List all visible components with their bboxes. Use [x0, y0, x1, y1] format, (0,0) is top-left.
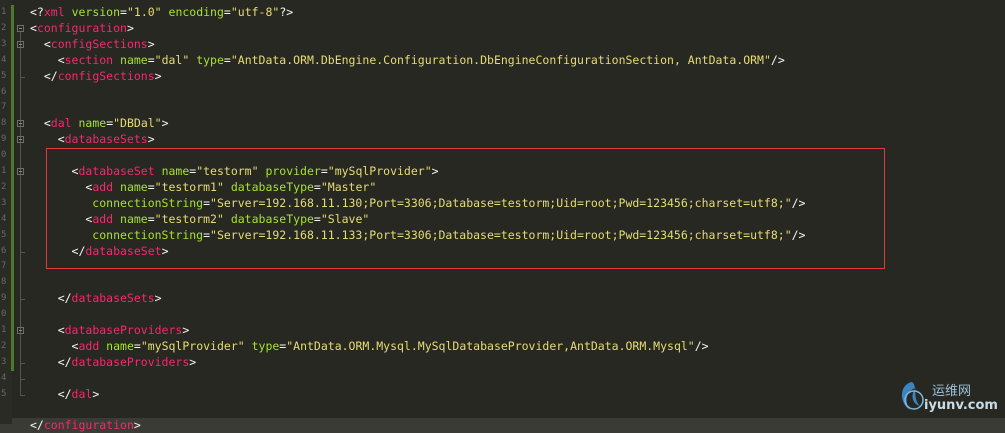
fold-toggle-icon[interactable]	[17, 24, 24, 32]
code-token: configuration	[36, 20, 127, 35]
code-token: dal	[50, 116, 72, 131]
watermark-logo: 运维网 iyunv.com	[894, 376, 999, 420]
fold-end-mark	[20, 251, 25, 253]
code-token: =	[223, 52, 231, 67]
fold-end-mark	[20, 378, 25, 380]
code-token: configSections	[50, 36, 148, 51]
code-token: "1.0"	[126, 5, 162, 19]
code-token: />	[770, 52, 785, 67]
code-token: "utf-8"	[230, 5, 280, 19]
code-token: </	[30, 418, 44, 433]
code-token: </	[30, 386, 72, 401]
fold-guide-line	[20, 334, 21, 363]
code-token: </	[30, 354, 72, 369]
code-token: <	[30, 338, 79, 353]
code-token: =	[147, 52, 155, 67]
current-line-highlight	[0, 418, 1005, 433]
code-token: >	[154, 291, 162, 306]
code-line[interactable]: </databaseProviders>	[30, 354, 197, 370]
code-line[interactable]: <dal name="DBDal">	[30, 116, 169, 131]
code-token: =	[133, 338, 141, 353]
code-token: <	[30, 323, 65, 337]
code-token: add	[78, 338, 100, 353]
code-line[interactable]: <add name="mySqlProvider" type="AntData.…	[30, 339, 709, 354]
fold-end-mark	[20, 299, 25, 301]
code-token: >	[182, 323, 190, 337]
code-token: <	[30, 132, 65, 147]
fold-toggle-icon[interactable]	[17, 40, 24, 48]
code-token: >	[147, 36, 155, 51]
code-token: name	[71, 116, 107, 131]
code-token: <	[30, 116, 51, 131]
code-token: >	[92, 386, 100, 401]
highlight-annotation-box	[46, 148, 885, 269]
code-token: =	[223, 5, 231, 19]
code-token: databaseSets	[71, 291, 155, 306]
code-token: <	[30, 36, 51, 51]
fold-end-mark	[20, 394, 25, 396]
code-editor[interactable]: 1234567890123456789012345 <?xml version=…	[0, 0, 1005, 433]
code-token: >	[126, 20, 134, 35]
code-line[interactable]: <section name="dal" type="AntData.ORM.Db…	[30, 53, 785, 68]
watermark-url: iyunv.com	[924, 398, 998, 413]
code-line[interactable]: <databaseSets>	[30, 132, 155, 147]
code-line[interactable]: <configSections>	[30, 37, 155, 52]
code-token: type	[189, 52, 224, 67]
code-token: "mySqlProvider"	[140, 338, 245, 353]
line-number-gutter: 1234567890123456789012345	[0, 0, 14, 424]
fold-margin	[14, 0, 28, 424]
fold-toggle-icon[interactable]	[17, 168, 24, 175]
code-token: <	[30, 20, 37, 35]
code-token: databaseProviders	[64, 323, 183, 337]
fold-toggle-icon[interactable]	[17, 120, 24, 128]
code-token: databaseSets	[64, 132, 148, 147]
code-token: name	[113, 52, 148, 67]
fold-end-mark	[20, 76, 25, 78]
code-token: ?>	[279, 5, 294, 19]
code-token: >	[154, 68, 162, 83]
code-line[interactable]: <?xml version="1.0" encoding="utf-8"?>	[30, 5, 293, 20]
line-number: 4	[1, 372, 7, 383]
code-token: configSections	[57, 68, 155, 83]
code-token: >	[147, 132, 155, 147]
code-token: "AntData.ORM.Mysql.MySqlDatabaseProvider…	[286, 338, 695, 353]
code-token: databaseProviders	[71, 354, 190, 369]
code-token: >	[189, 354, 197, 369]
code-token: >	[133, 418, 141, 433]
fold-guide-line	[20, 175, 21, 252]
code-token: version	[64, 5, 121, 19]
code-token: "AntData.ORM.DbEngine.Configuration.DbEn…	[230, 52, 771, 67]
code-token: section	[64, 52, 114, 67]
fold-toggle-icon[interactable]	[17, 136, 24, 144]
code-line[interactable]: <configuration>	[30, 21, 134, 36]
code-line[interactable]: </configuration>	[30, 418, 141, 433]
code-line[interactable]: </dal>	[30, 386, 100, 402]
watermark-cn-text: 运维网	[932, 384, 972, 399]
code-line[interactable]: </databaseSets>	[30, 291, 162, 306]
code-token: dal	[71, 386, 93, 401]
code-token: =	[120, 5, 127, 19]
code-token: </	[30, 68, 58, 83]
code-line[interactable]: <databaseProviders>	[30, 323, 190, 338]
line-number: 5	[1, 388, 7, 399]
code-token: "dal"	[154, 52, 190, 67]
code-token: />	[694, 338, 709, 353]
code-token: >	[161, 116, 169, 131]
code-token: "DBDal"	[113, 116, 162, 131]
fold-toggle-icon[interactable]	[17, 327, 24, 334]
fold-guide-line	[20, 47, 21, 77]
code-token: encoding	[161, 5, 224, 19]
code-token: </	[30, 291, 72, 306]
code-token: <	[30, 52, 65, 67]
code-token: xml	[43, 5, 65, 19]
code-token: <?	[30, 5, 44, 19]
fold-end-mark	[20, 362, 25, 364]
code-token: type	[244, 338, 280, 353]
code-token: configuration	[43, 418, 134, 433]
code-line[interactable]: </configSections>	[30, 69, 162, 84]
code-token: name	[99, 338, 134, 353]
